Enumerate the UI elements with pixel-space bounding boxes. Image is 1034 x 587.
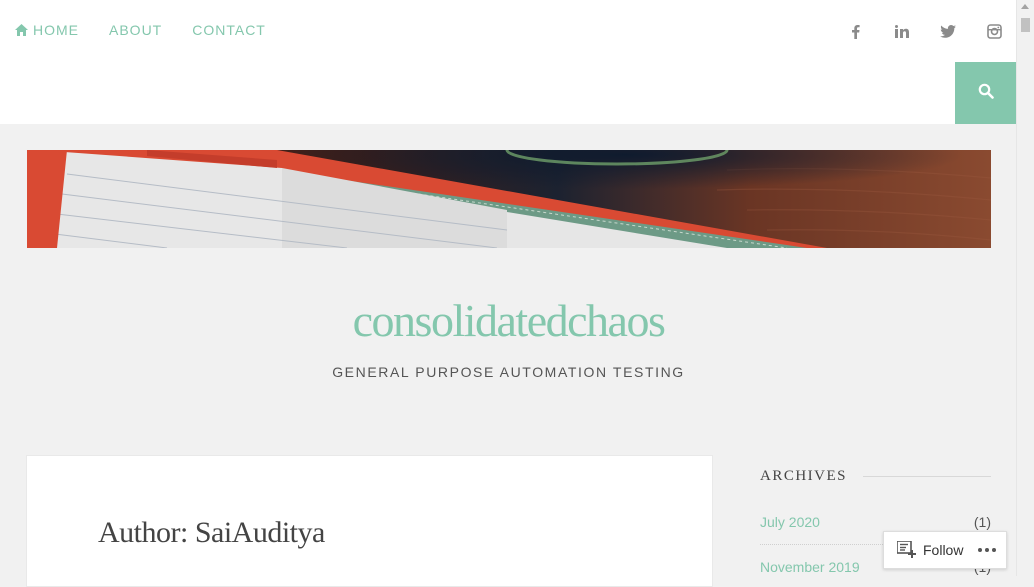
- archive-count: (1): [973, 514, 991, 530]
- follow-label: Follow: [923, 542, 964, 558]
- facebook-icon[interactable]: [847, 22, 865, 40]
- nav-home[interactable]: HOME: [15, 22, 79, 38]
- nav-about[interactable]: ABOUT: [109, 22, 162, 38]
- twitter-icon[interactable]: [939, 22, 957, 40]
- top-bar: HOME ABOUT CONTACT: [0, 0, 1017, 124]
- search-icon: [978, 83, 994, 104]
- nav-home-label: HOME: [33, 22, 79, 38]
- header-banner-image: [27, 150, 991, 248]
- social-links: [847, 22, 1003, 40]
- archives-heading: ARCHIVES: [760, 468, 848, 484]
- search-button[interactable]: [955, 62, 1017, 124]
- archive-link[interactable]: November 2019: [760, 559, 860, 575]
- archive-item: July 2020 (1): [760, 514, 991, 530]
- scroll-up-arrow-icon[interactable]: [1021, 4, 1029, 9]
- main-nav: HOME ABOUT CONTACT: [15, 22, 296, 38]
- divider: [863, 476, 991, 477]
- site-tagline: GENERAL PURPOSE AUTOMATION TESTING: [332, 364, 685, 380]
- more-options-icon[interactable]: [978, 548, 996, 552]
- reader-follow-icon: [897, 541, 917, 559]
- archives-widget-title: ARCHIVES: [760, 468, 991, 485]
- archive-link[interactable]: July 2020: [760, 514, 820, 530]
- site-title[interactable]: consolidatedchaos: [0, 294, 1017, 347]
- linkedin-icon[interactable]: [893, 22, 911, 40]
- nav-contact-label: CONTACT: [192, 22, 266, 38]
- home-icon: [15, 24, 28, 36]
- scrollbar[interactable]: [1016, 0, 1034, 576]
- nav-contact[interactable]: CONTACT: [192, 22, 266, 38]
- nav-about-label: ABOUT: [109, 22, 163, 38]
- page-title: Author: SaiAuditya: [98, 516, 325, 549]
- scrollbar-thumb[interactable]: [1021, 18, 1030, 32]
- main-content-card: Author: SaiAuditya: [26, 455, 713, 587]
- follow-button[interactable]: Follow: [883, 531, 1007, 569]
- instagram-icon[interactable]: [985, 22, 1003, 40]
